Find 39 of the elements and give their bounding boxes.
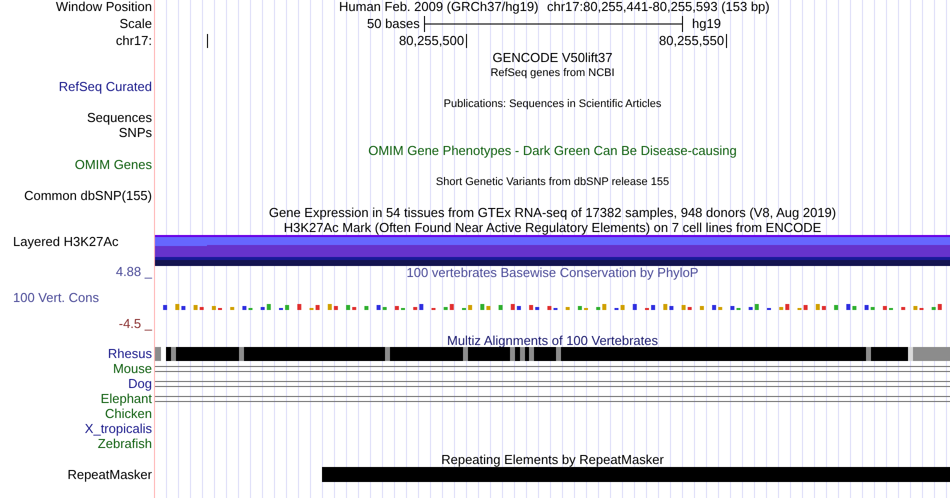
track-label: 4.88 _	[116, 264, 152, 280]
scale-assembly: hg19	[692, 16, 721, 32]
track-label: Sequences	[86, 110, 152, 126]
track-title: Publications: Sequences in Scientific Articles	[444, 97, 662, 112]
position-range: chr17:80,255,441-80,255,593 (153 bp)	[547, 0, 770, 15]
track-label: -4.5 _	[118, 316, 152, 332]
track-title: 100 vertebrates Basewise Conservation by PhyloP	[406, 265, 698, 281]
track-label: RefSeq Curated	[58, 79, 152, 95]
species-label: Elephant	[100, 391, 152, 407]
track-label: chr17:	[116, 33, 152, 49]
track-label: Layered H3K27Ac	[13, 234, 119, 250]
track-label: Common dbSNP(155)	[24, 188, 152, 204]
track-label: Window Position	[56, 0, 152, 15]
species-label: Mouse	[112, 361, 152, 377]
track-label: SNPs	[118, 125, 152, 141]
species-label: X_tropicalis	[84, 421, 152, 437]
track-title: Repeating Elements by RepeatMasker	[441, 452, 664, 468]
scale-length: 50 bases	[367, 16, 420, 32]
ruler-tick	[207, 34, 208, 48]
track-title: Gene Expression in 54 tissues from GTEx RNA-seq of 17382 samples, 948 donors (V8, Aug 2019)	[268, 205, 836, 221]
species-label: Zebrafish	[98, 436, 152, 452]
track-title: Multiz Alignments of 100 Vertebrates	[446, 333, 658, 349]
species-label: Dog	[128, 376, 152, 392]
ruler-coordinate: 80,255,500	[399, 33, 464, 49]
track-title: Short Genetic Variants from dbSNP release 155	[436, 175, 670, 190]
species-label: Chicken	[105, 406, 152, 422]
ruler-tick	[466, 34, 467, 48]
track-label: 100 Vert. Cons	[13, 290, 99, 306]
assembly-name: Human Feb. 2009 (GRCh37/hg19)	[339, 0, 538, 15]
species-label: Rhesus	[108, 346, 152, 362]
track-title: GENCODE V50lift37	[492, 50, 612, 66]
track-label: OMIM Genes	[74, 157, 152, 173]
track-title: H3K27Ac Mark (Often Found Near Active Regulatory Elements) on 7 cell lines from ENCODE	[284, 220, 822, 236]
track-label: Scale	[119, 16, 152, 32]
track-title: RefSeq genes from NCBI	[490, 66, 615, 81]
track-title: OMIM Gene Phenotypes - Dark Green Can Be Disease-causing	[368, 143, 737, 159]
track-label: RepeatMasker	[67, 467, 152, 483]
ruler-tick	[726, 34, 727, 48]
ruler-coordinate: 80,255,550	[659, 33, 724, 49]
